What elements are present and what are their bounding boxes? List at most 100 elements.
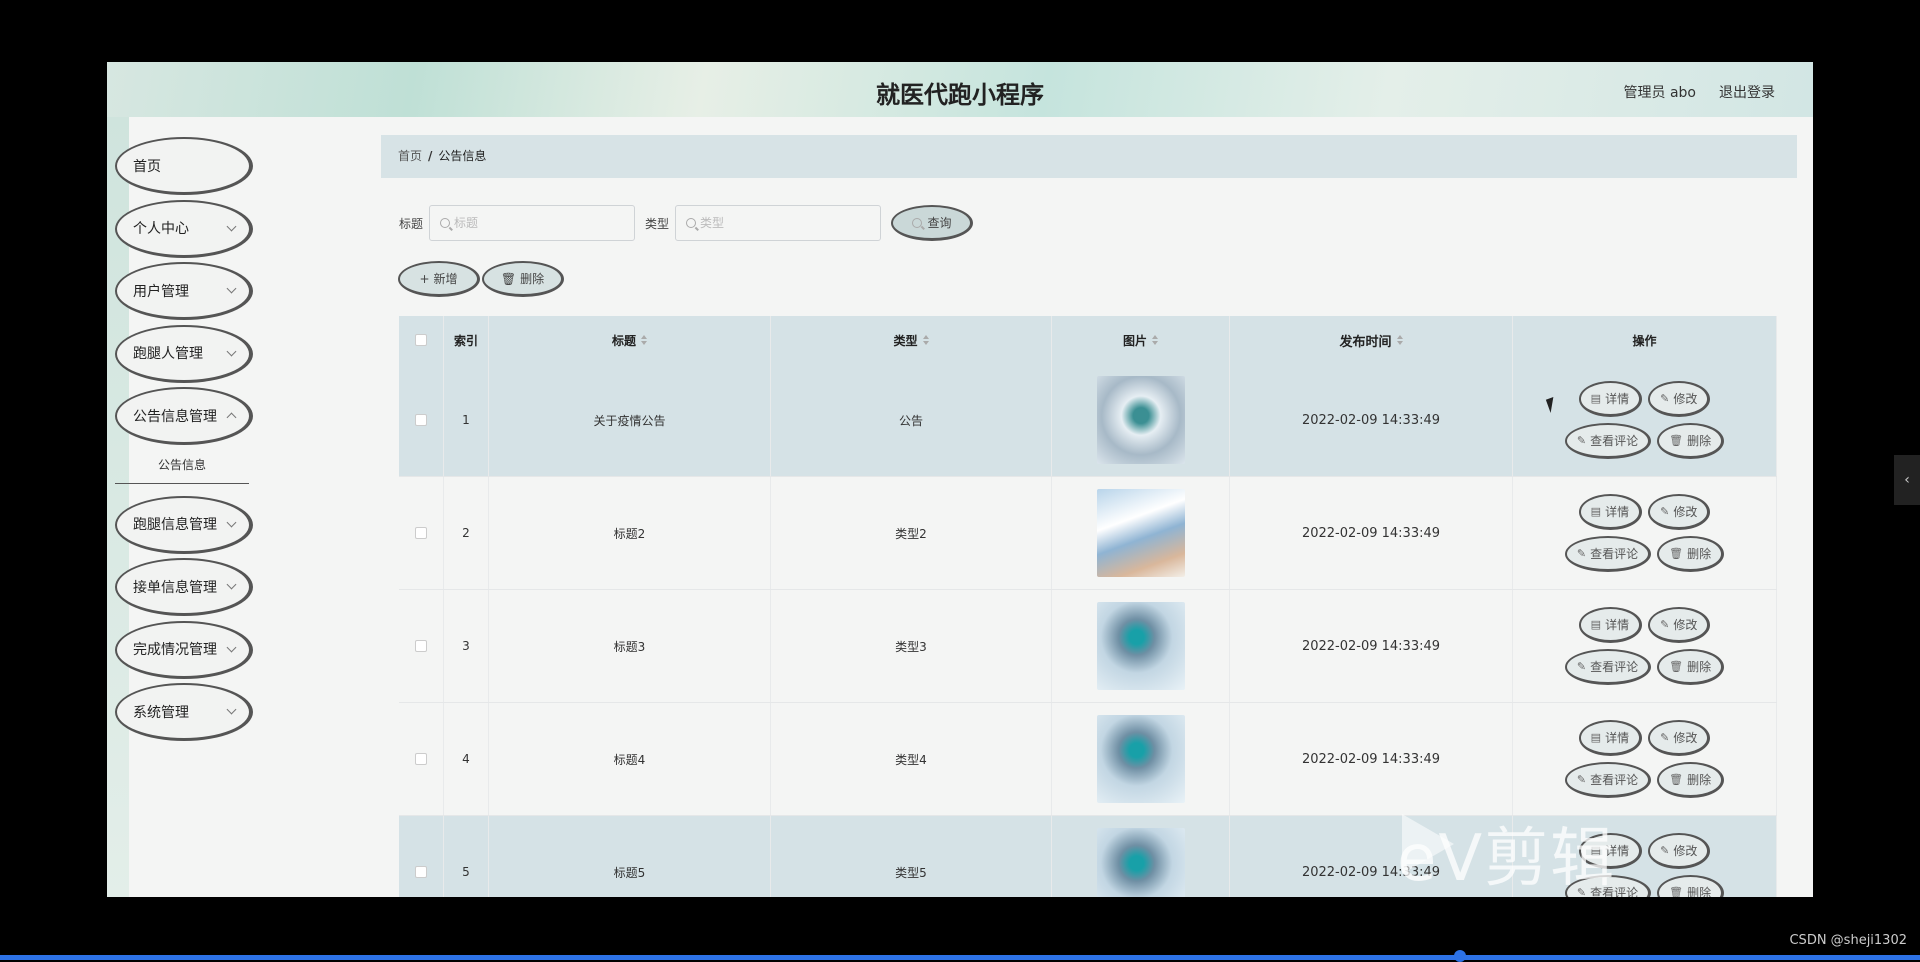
table-row[interactable]: 1 关于疫情公告 公告 2022-02-09 14:33:49 ▤ 详情 ✎ 修改 ✎… [399, 364, 1777, 477]
sidebar-item-completion[interactable]: 完成情况管理 [115, 620, 253, 679]
delete-button[interactable]: 🗑 删除 [1657, 423, 1725, 459]
chevron-down-icon [226, 283, 237, 294]
view-comments-button[interactable]: ✎ 查看评论 [1564, 536, 1652, 572]
edit-label: 修改 [1673, 844, 1698, 858]
add-button-label: 新增 [433, 272, 458, 286]
breadcrumb-current: 公告信息 [438, 149, 487, 163]
detail-button[interactable]: ▤ 详情 [1578, 494, 1643, 530]
edit-button[interactable]: ✎ 修改 [1648, 494, 1711, 530]
cell-type: 类型3 [771, 590, 1052, 702]
notice-image[interactable] [1096, 828, 1185, 897]
delete-button[interactable]: 🗑 删除 [1657, 536, 1725, 572]
type-search-input[interactable] [700, 216, 851, 230]
app-title: 就医代跑小程序 [876, 81, 1044, 109]
detail-button[interactable]: ▤ 详情 [1578, 720, 1643, 756]
col-time[interactable]: 发布时间 [1230, 316, 1513, 364]
search-icon [911, 217, 922, 228]
edit-button[interactable]: ✎ 修改 [1648, 381, 1711, 417]
logout-link[interactable]: 退出登录 [1719, 82, 1775, 102]
side-panel-toggle[interactable]: ‹ [1894, 455, 1920, 505]
notice-image[interactable] [1096, 489, 1185, 577]
row-checkbox[interactable] [415, 640, 427, 652]
view-comments-button[interactable]: ✎ 查看评论 [1564, 762, 1652, 798]
delete-label: 删除 [1687, 773, 1712, 787]
edit-button[interactable]: ✎ 修改 [1648, 607, 1711, 643]
sidebar-item-users[interactable]: 用户管理 [115, 262, 253, 320]
sort-icon[interactable] [1152, 335, 1158, 345]
cell-index: 4 [444, 703, 489, 815]
edit-button[interactable]: ✎ 修改 [1648, 833, 1711, 869]
detail-label: 详情 [1605, 618, 1630, 632]
delete-button[interactable]: 🗑 删除 [1657, 762, 1725, 798]
row-checkbox[interactable] [415, 414, 427, 426]
sidebar-item-orders[interactable]: 接单信息管理 [115, 558, 253, 616]
pencil-icon: ✎ [1576, 547, 1587, 560]
col-type[interactable]: 类型 [771, 316, 1052, 364]
query-button[interactable]: 查询 [891, 205, 974, 241]
notice-image[interactable] [1096, 376, 1185, 464]
detail-button[interactable]: ▤ 详情 [1578, 607, 1643, 643]
bulk-delete-button[interactable]: 🗑 删除 [482, 261, 564, 297]
edit-label: 修改 [1673, 505, 1698, 519]
detail-button[interactable]: ▤ 详情 [1578, 381, 1643, 417]
search-icon [440, 218, 451, 228]
table-row[interactable]: 2 标题2 类型2 2022-02-09 14:33:49 ▤ 详情 ✎ 修改 ✎ 查看… [399, 477, 1777, 590]
type-search-field[interactable] [675, 205, 882, 241]
table-header: 索引 标题 类型 图片 发布时间 操作 [399, 316, 1777, 364]
col-image[interactable]: 图片 [1052, 316, 1230, 364]
breadcrumb-home[interactable]: 首页 [398, 149, 422, 163]
sidebar-item-system[interactable]: 系统管理 [115, 683, 253, 741]
col-time-label: 发布时间 [1339, 334, 1392, 350]
trash-icon: 🗑 [1669, 660, 1684, 673]
edit-button[interactable]: ✎ 修改 [1648, 720, 1711, 756]
type-filter-label: 类型 [645, 216, 670, 231]
title-search-field[interactable] [429, 205, 636, 241]
cell-title: 标题5 [489, 816, 771, 897]
sort-icon[interactable] [1396, 335, 1403, 345]
comments-label: 查看评论 [1590, 434, 1639, 448]
sidebar-item-notices[interactable]: 公告信息管理 [115, 387, 253, 445]
delete-label: 删除 [1687, 434, 1712, 448]
submenu-item-notice-info[interactable]: 公告信息 [115, 450, 249, 484]
title-search-input[interactable] [454, 216, 605, 230]
select-all-checkbox[interactable] [415, 334, 427, 346]
row-checkbox[interactable] [415, 527, 427, 539]
row-checkbox[interactable] [415, 753, 427, 765]
table-row[interactable]: 3 标题3 类型3 2022-02-09 14:33:49 ▤ 详情 ✎ 修改 ✎ 查看… [399, 590, 1777, 703]
video-progress-handle[interactable] [1454, 950, 1466, 962]
document-icon: ▤ [1590, 392, 1602, 405]
col-ops: 操作 [1513, 316, 1777, 364]
sort-icon[interactable] [641, 335, 647, 345]
sort-icon[interactable] [922, 335, 929, 345]
chevron-down-icon [226, 579, 237, 590]
sidebar-item-home[interactable]: 首页 [115, 137, 253, 195]
comments-label: 查看评论 [1590, 773, 1639, 787]
pencil-icon: ✎ [1660, 731, 1670, 744]
cell-time: 2022-02-09 14:33:49 [1230, 477, 1513, 589]
sidebar-item-runners[interactable]: 跑腿人管理 [115, 324, 253, 383]
col-index: 索引 [444, 316, 489, 364]
delete-button[interactable]: 🗑 删除 [1657, 875, 1725, 897]
sidebar-item-profile[interactable]: 个人中心 [115, 199, 253, 258]
notice-image[interactable] [1096, 715, 1185, 803]
col-title-label: 标题 [611, 333, 636, 348]
notice-image[interactable] [1096, 602, 1185, 690]
title-filter-label: 标题 [399, 216, 424, 231]
add-button[interactable]: + 新增 [398, 261, 480, 297]
video-progress-bar[interactable] [0, 955, 1920, 960]
edit-label: 修改 [1673, 731, 1698, 745]
chevron-up-icon [226, 412, 237, 423]
app-window: 就医代跑小程序 管理员 abo 退出登录 首页 个人中心 用户管理 跑腿人管理 … [107, 62, 1813, 897]
cell-index: 1 [444, 364, 489, 476]
col-type-label: 类型 [893, 333, 918, 348]
view-comments-button[interactable]: ✎ 查看评论 [1564, 423, 1652, 459]
view-comments-button[interactable]: ✎ 查看评论 [1564, 649, 1652, 685]
table-row[interactable]: 4 标题4 类型4 2022-02-09 14:33:49 ▤ 详情 ✎ 修改 ✎ 查看… [399, 703, 1777, 816]
col-title[interactable]: 标题 [489, 316, 771, 364]
delete-button[interactable]: 🗑 删除 [1657, 649, 1725, 685]
cell-time: 2022-02-09 14:33:49 [1230, 590, 1513, 702]
row-checkbox[interactable] [415, 866, 427, 878]
sidebar-item-errands[interactable]: 跑腿信息管理 [115, 495, 253, 554]
cell-type: 类型2 [771, 477, 1052, 589]
detail-label: 详情 [1605, 505, 1630, 519]
